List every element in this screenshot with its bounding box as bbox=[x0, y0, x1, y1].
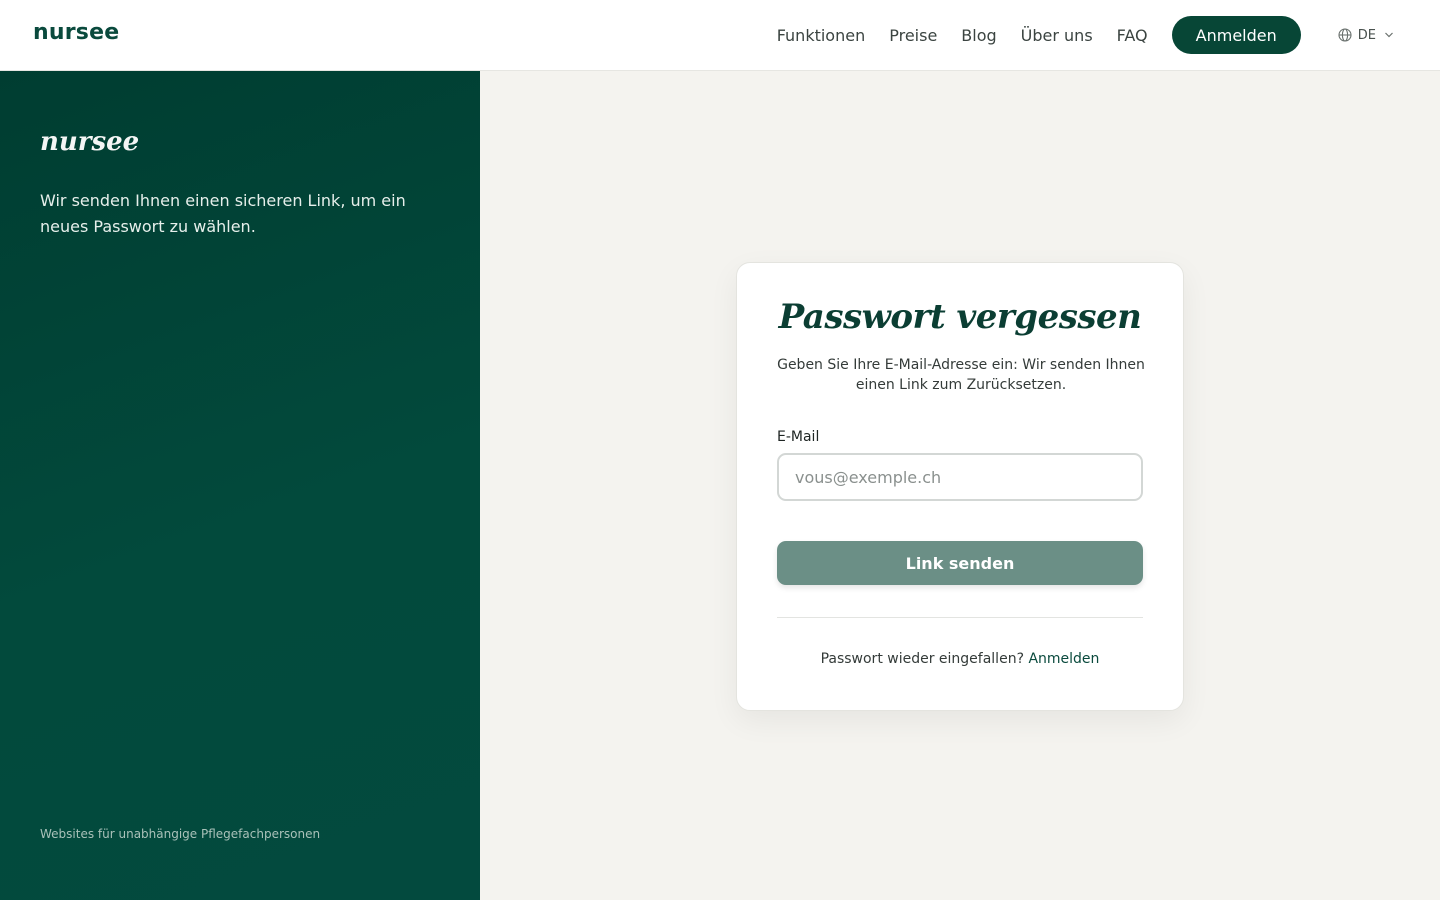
page-subtitle: Geben Sie Ihre E-Mail-Adresse ein: Wir s… bbox=[777, 357, 1145, 393]
top-navigation: nursee Funktionen Preise Blog Über uns F… bbox=[0, 0, 1440, 71]
language-selector[interactable]: DE bbox=[1338, 28, 1394, 43]
side-footer: Websites für unabhängige Pflegefachperso… bbox=[40, 827, 321, 841]
nav-link-preise[interactable]: Preise bbox=[889, 26, 937, 45]
side-panel: nursee Wir senden Ihnen einen sicheren L… bbox=[0, 71, 480, 900]
brand-logo[interactable]: nursee bbox=[33, 20, 119, 45]
email-label: E-Mail bbox=[777, 429, 820, 445]
page-title: Passwort vergessen bbox=[778, 297, 1142, 337]
nav-link-funktionen[interactable]: Funktionen bbox=[777, 26, 866, 45]
send-link-button[interactable]: Link senden bbox=[777, 541, 1143, 585]
side-logo: nursee bbox=[40, 127, 140, 157]
nav-link-ueber-uns[interactable]: Über uns bbox=[1021, 26, 1093, 45]
main-nav: Funktionen Preise Blog Über uns FAQ Anme… bbox=[777, 0, 1440, 70]
nav-link-faq[interactable]: FAQ bbox=[1117, 26, 1148, 45]
language-code: DE bbox=[1357, 27, 1376, 43]
chevron-down-icon bbox=[1384, 30, 1394, 40]
globe-icon bbox=[1338, 28, 1352, 42]
email-field[interactable] bbox=[777, 453, 1143, 501]
divider bbox=[777, 617, 1143, 618]
login-prompt: Passwort wieder eingefallen? Anmelden bbox=[737, 651, 1183, 667]
login-link[interactable]: Anmelden bbox=[1028, 651, 1099, 667]
reset-card: Passwort vergessen Geben Sie Ihre E-Mail… bbox=[736, 262, 1184, 711]
side-message: Wir senden Ihnen einen sicheren Link, um… bbox=[40, 191, 406, 236]
nav-link-blog[interactable]: Blog bbox=[961, 26, 996, 45]
login-button[interactable]: Anmelden bbox=[1171, 16, 1301, 54]
login-prompt-text: Passwort wieder eingefallen? bbox=[820, 651, 1024, 667]
